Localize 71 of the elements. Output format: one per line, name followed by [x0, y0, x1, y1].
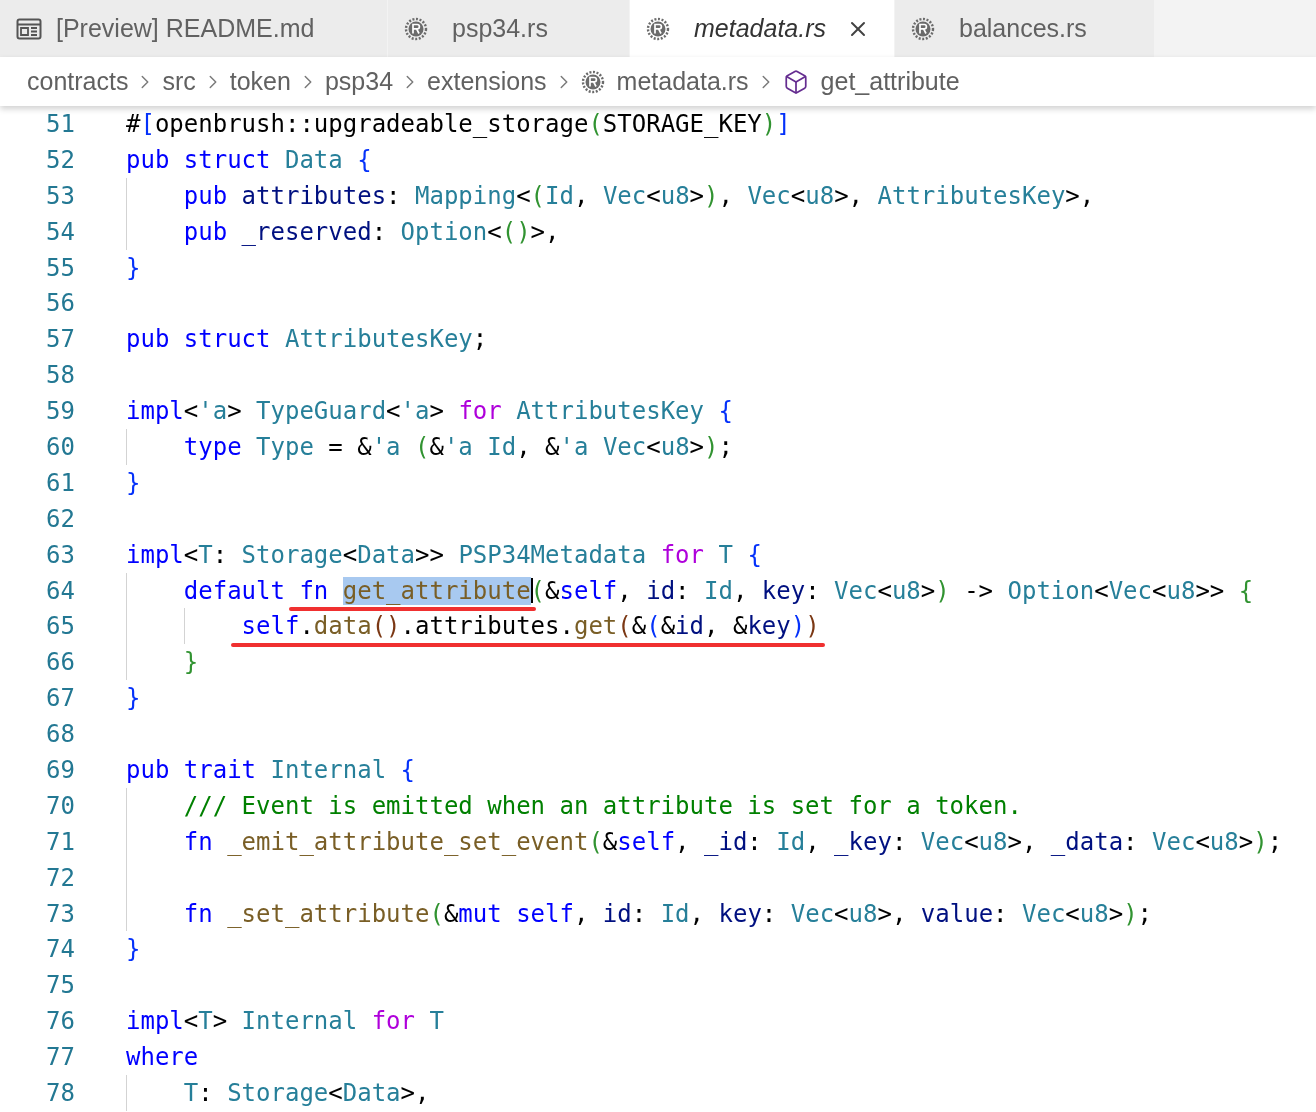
- line-number: 60: [45, 432, 76, 461]
- line-number: 63: [45, 540, 76, 569]
- code-line: }: [126, 935, 141, 964]
- preview-icon: [16, 17, 42, 40]
- line-number: 54: [45, 217, 76, 246]
- code-line: pub _reserved: Option<()>,: [182, 217, 560, 246]
- line-number: 65: [45, 612, 76, 641]
- rust-file-icon: [646, 16, 670, 41]
- line-number: 69: [45, 755, 76, 784]
- breadcrumb-item[interactable]: src: [162, 62, 196, 101]
- tab-label: balances.rs: [959, 12, 1087, 44]
- line-number: 76: [45, 1007, 76, 1036]
- code-line: #[openbrush::upgradeable_storage(STORAGE_KEY)]: [126, 109, 791, 138]
- line-number: 77: [45, 1043, 76, 1072]
- line-number: 64: [45, 576, 76, 605]
- code-line: impl<T: Storage<Data>> PSP34Metadata for T {: [126, 540, 762, 569]
- cube-icon: [782, 68, 809, 95]
- breadcrumb-item[interactable]: token: [229, 62, 291, 101]
- line-number: 74: [45, 935, 76, 964]
- code-line: impl<T> Internal for T: [126, 1007, 444, 1036]
- line-number: 73: [45, 899, 76, 928]
- line-number: 62: [45, 504, 76, 533]
- rust-file-icon: [911, 16, 935, 41]
- code-line: pub trait Internal {: [126, 755, 415, 784]
- line-number: 66: [45, 648, 76, 677]
- code-line: pub struct AttributesKey;: [126, 325, 488, 354]
- line-number: 72: [45, 863, 76, 892]
- code-line: default fn get_attribute(&self, id: Id, key: Vec<u8>) -> Option<Vec<u8>> {: [182, 576, 1254, 605]
- code-line: }: [126, 253, 141, 282]
- editor-tab[interactable]: balances.rs: [895, 0, 1155, 57]
- editor-tab[interactable]: [Preview] README.md: [0, 0, 388, 57]
- breadcrumb-item[interactable]: metadata.rs: [616, 62, 749, 101]
- code-line: fn _emit_attribute_set_event(&self, _id: Id, _key: Vec<u8>, _data: Vec<u8>);: [182, 827, 1283, 856]
- code-line: where: [126, 1043, 199, 1072]
- line-number: 71: [45, 827, 76, 856]
- line-number: 78: [45, 1079, 76, 1107]
- code-line: type Type = &'a (&'a Id, &'a Vec<u8>);: [182, 432, 733, 461]
- editor-tab[interactable]: psp34.rs: [388, 0, 630, 57]
- tab-label: psp34.rs: [452, 12, 548, 44]
- line-number: 68: [45, 720, 76, 749]
- code-line: }: [182, 648, 199, 677]
- code-line: /// Event is emitted when an attribute is set for a token.: [182, 791, 1022, 820]
- line-number: 75: [45, 971, 76, 1000]
- line-number: 55: [45, 253, 76, 282]
- code-line: fn _set_attribute(&mut self, id: Id, key: Vec<u8>, value: Vec<u8>);: [182, 899, 1153, 928]
- code-line: impl<'a> TypeGuard<'a> for AttributesKey {: [126, 397, 733, 426]
- line-number: 59: [45, 397, 76, 426]
- code-line: T: Storage<Data>,: [182, 1079, 430, 1107]
- tab-label: [Preview] README.md: [56, 12, 315, 44]
- rust-file-icon: [580, 69, 605, 94]
- line-number: 51: [45, 109, 76, 138]
- line-number: 67: [45, 684, 76, 713]
- line-number: 53: [45, 181, 76, 210]
- line-number: 58: [45, 361, 76, 390]
- code-line: pub attributes: Mapping<(Id, Vec<u8>), Vec<u8>, AttributesKey>,: [182, 181, 1095, 210]
- tab-label: metadata.rs: [694, 12, 826, 44]
- breadcrumb-item[interactable]: get_attribute: [820, 62, 960, 101]
- breadcrumb-item[interactable]: psp34: [324, 62, 394, 101]
- line-number: 57: [45, 325, 76, 354]
- rust-file-icon: [404, 16, 428, 41]
- code-line: self.data().attributes.get(&(&id, &key)): [240, 612, 820, 641]
- line-number: 61: [45, 468, 76, 497]
- breadcrumb-item[interactable]: contracts: [27, 62, 129, 101]
- line-number: 52: [45, 145, 76, 174]
- code-line: }: [126, 684, 141, 713]
- line-number: 70: [45, 791, 76, 820]
- editor-tab[interactable]: metadata.rs: [630, 0, 895, 57]
- breadcrumb-item[interactable]: extensions: [427, 62, 547, 101]
- code-line: pub struct Data {: [126, 145, 372, 174]
- line-number: 56: [45, 289, 76, 318]
- code-line: }: [126, 468, 141, 497]
